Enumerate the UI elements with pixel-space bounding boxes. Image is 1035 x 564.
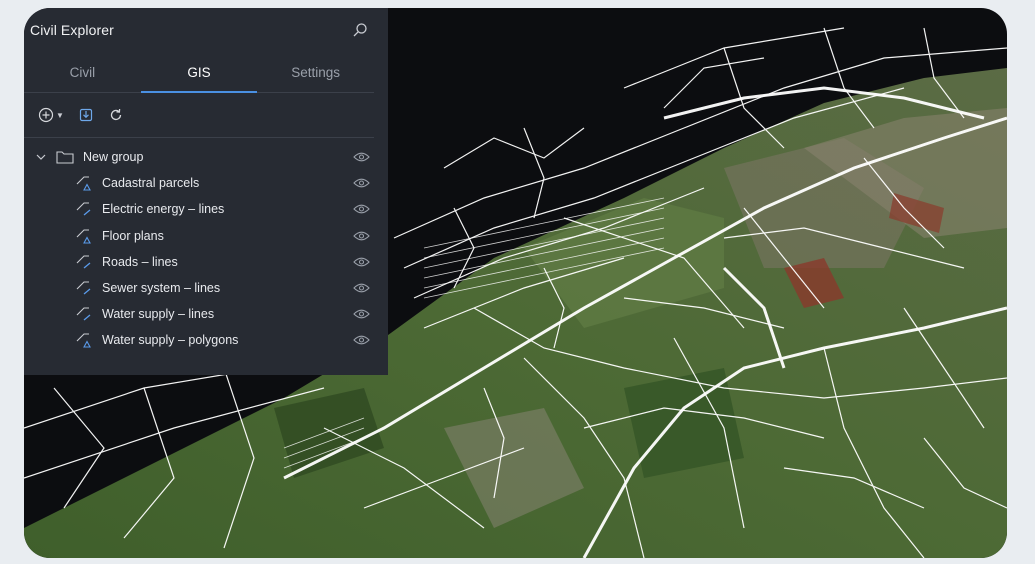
panel-title: Civil Explorer xyxy=(30,22,114,38)
visibility-eye-icon[interactable] xyxy=(353,309,370,320)
visibility-eye-icon[interactable] xyxy=(353,178,370,189)
polygon-layer-icon xyxy=(75,332,93,348)
refresh-icon xyxy=(108,107,124,123)
layer-tree: New group Cadastral parcels Electric ene… xyxy=(24,138,388,354)
visibility-eye-icon[interactable] xyxy=(353,204,370,215)
folder-icon xyxy=(56,150,74,164)
layer-item-sewer-system-lines[interactable]: Sewer system – lines xyxy=(24,275,388,301)
layer-item-water-supply-lines[interactable]: Water supply – lines xyxy=(24,301,388,327)
visibility-eye-icon[interactable] xyxy=(353,283,370,294)
import-icon xyxy=(78,107,94,123)
layer-toolbar: ▼ xyxy=(24,93,374,138)
layer-item-electric-energy-lines[interactable]: Electric energy – lines xyxy=(24,196,388,222)
group-label: New group xyxy=(83,150,144,165)
line-layer-icon xyxy=(75,280,93,296)
layer-item-floor-plans[interactable]: Floor plans xyxy=(24,223,388,249)
add-layer-button[interactable]: ▼ xyxy=(38,107,64,123)
layer-item-cadastral-parcels[interactable]: Cadastral parcels xyxy=(24,170,388,196)
layer-label: Sewer system – lines xyxy=(102,281,221,296)
layer-label: Electric energy – lines xyxy=(102,202,225,217)
refresh-button[interactable] xyxy=(108,107,124,123)
tab-gis[interactable]: GIS xyxy=(140,52,258,93)
civil-explorer-panel: Civil Explorer Civil GIS Settings ▼ New … xyxy=(24,8,388,375)
visibility-eye-icon[interactable] xyxy=(353,230,370,241)
chevron-down-icon[interactable] xyxy=(36,153,48,161)
tab-civil[interactable]: Civil xyxy=(24,52,141,92)
app-frame: Civil Explorer Civil GIS Settings ▼ New … xyxy=(24,8,1007,558)
layer-item-water-supply-polygons[interactable]: Water supply – polygons xyxy=(24,327,388,353)
tab-bar: Civil GIS Settings xyxy=(24,52,374,93)
line-layer-icon xyxy=(75,254,93,270)
line-layer-icon xyxy=(75,306,93,322)
layer-item-roads-lines[interactable]: Roads – lines xyxy=(24,249,388,275)
layer-label: Floor plans xyxy=(102,228,164,243)
tab-settings[interactable]: Settings xyxy=(257,52,374,92)
layer-label: Water supply – lines xyxy=(102,307,215,322)
visibility-eye-icon[interactable] xyxy=(353,335,370,346)
import-button[interactable] xyxy=(78,107,94,123)
tree-group-new-group[interactable]: New group xyxy=(24,144,388,170)
polygon-layer-icon xyxy=(75,175,93,191)
dropdown-caret-icon[interactable]: ▼ xyxy=(56,111,64,120)
line-layer-icon xyxy=(75,201,93,217)
layer-label: Water supply – polygons xyxy=(102,333,239,348)
add-icon xyxy=(38,107,54,123)
polygon-layer-icon xyxy=(75,228,93,244)
search-icon[interactable] xyxy=(350,20,370,40)
visibility-eye-icon[interactable] xyxy=(353,256,370,267)
panel-header: Civil Explorer xyxy=(24,8,388,52)
layer-label: Roads – lines xyxy=(102,254,178,269)
layer-label: Cadastral parcels xyxy=(102,176,200,191)
visibility-eye-icon[interactable] xyxy=(353,152,370,163)
